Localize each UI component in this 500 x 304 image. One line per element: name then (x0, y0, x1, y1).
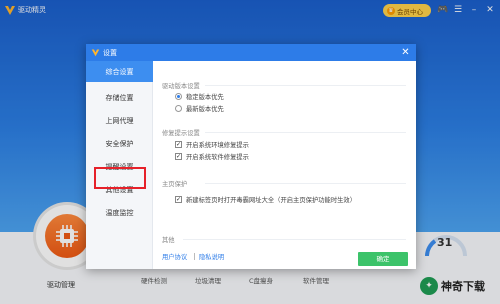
checkbox-env-repair[interactable]: ✓ 开启系统环境修复提示 (175, 140, 249, 149)
checkbox-software-repair-label: 开启系统软件修复提示 (186, 154, 249, 161)
checkbox-checked-icon: ✓ (175, 153, 182, 160)
section-title-homepage: 主页保护 (162, 181, 188, 188)
section-divider (205, 85, 406, 86)
radio-latest-first[interactable]: 最新版本优先 (175, 104, 224, 113)
checkbox-software-repair[interactable]: ✓ 开启系统软件修复提示 (175, 152, 249, 161)
reminder-highlight-box (94, 167, 146, 189)
user-agreement-link[interactable]: 用户协议 (162, 252, 187, 261)
sidebar-item-proxy[interactable]: 上网代理 (86, 110, 153, 131)
radio-unselected-icon (175, 105, 182, 112)
sidebar-item-security[interactable]: 安全保护 (86, 133, 153, 154)
section-title-repair-tips: 修复提示设置 (162, 130, 200, 137)
checkbox-newtab-homepage[interactable]: ✓ 新建标签页时打开毒霸网址大全（开启主页保护功能时生效） (175, 195, 356, 204)
settings-sidebar: 综合设置 存储位置 上网代理 安全保护 提醒设置 其他设置 温度监控 (86, 61, 153, 269)
radio-latest-first-label: 最新版本优先 (186, 106, 224, 113)
dialog-title: 设置 (103, 49, 117, 57)
checkbox-checked-icon: ✓ (175, 141, 182, 148)
radio-selected-icon (175, 93, 182, 100)
dialog-logo-icon (91, 49, 100, 57)
checkbox-checked-icon: ✓ (175, 196, 182, 203)
link-separator (194, 253, 195, 260)
section-divider (183, 239, 406, 240)
section-title-other: 其他 (162, 237, 175, 244)
sidebar-item-temperature[interactable]: 温度监控 (86, 202, 153, 223)
section-divider (205, 132, 406, 133)
dialog-titlebar: 设置 ✕ (86, 44, 416, 61)
sidebar-item-general[interactable]: 综合设置 (86, 61, 153, 82)
privacy-link[interactable]: 隐私说明 (199, 252, 224, 261)
close-icon[interactable]: ✕ (399, 46, 412, 59)
settings-content: 驱动版本设置 稳定版本优先 最新版本优先 修复提示设置 ✓ 开启系统环境修复提示… (153, 61, 416, 269)
section-divider (205, 183, 406, 184)
checkbox-newtab-homepage-label: 新建标签页时打开毒霸网址大全（开启主页保护功能时生效） (186, 197, 357, 204)
section-title-driver-version: 驱动版本设置 (162, 83, 200, 90)
radio-stable-first[interactable]: 稳定版本优先 (175, 92, 224, 101)
checkbox-env-repair-label: 开启系统环境修复提示 (186, 142, 249, 149)
radio-stable-first-label: 稳定版本优先 (186, 94, 224, 101)
sidebar-item-storage[interactable]: 存储位置 (86, 87, 153, 108)
settings-dialog: 设置 ✕ 综合设置 存储位置 上网代理 安全保护 提醒设置 其他设置 温度监控 … (86, 44, 416, 269)
confirm-button[interactable]: 确定 (358, 252, 408, 266)
